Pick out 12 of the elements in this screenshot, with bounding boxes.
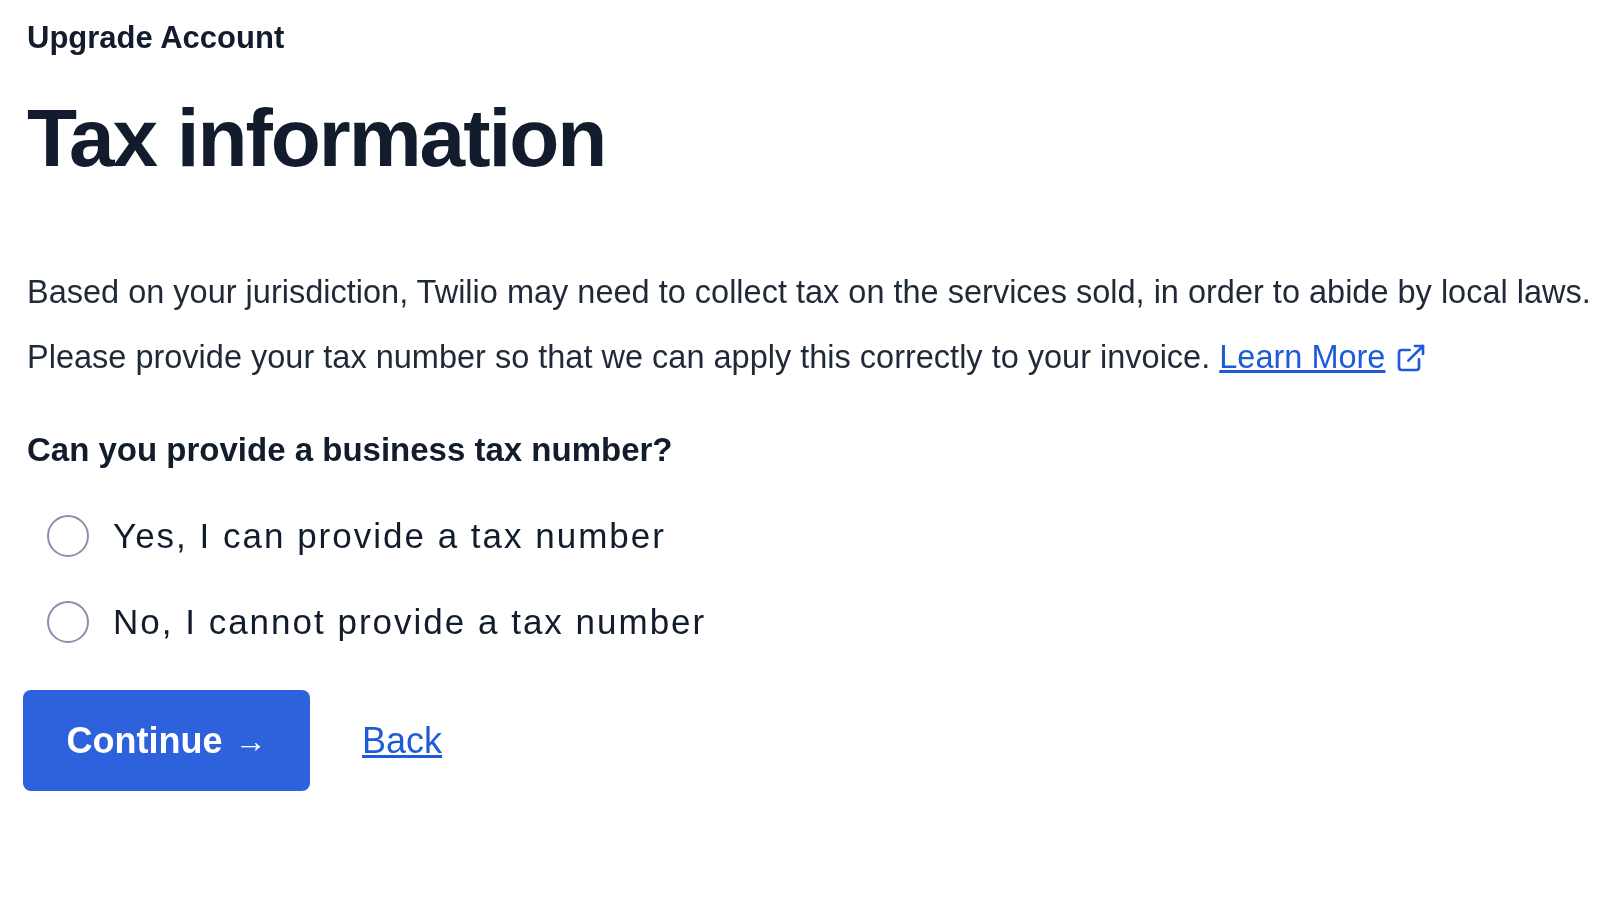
radio-button[interactable]: [47, 601, 89, 643]
question-label: Can you provide a business tax number?: [27, 430, 674, 470]
back-link[interactable]: Back: [362, 713, 443, 768]
option-label: No, I cannot provide a tax number: [113, 601, 707, 643]
description-text: Based on your jurisdiction, Twilio may need to collect tax on the services sold, in order to abide by local laws. Please provide your tax number so that we can apply this correctly to your invoice. Learn More: [27, 260, 1600, 390]
page-subtitle: Upgrade Account: [27, 19, 286, 57]
continue-button[interactable]: Continue →: [23, 690, 310, 791]
radio-button[interactable]: [47, 515, 89, 557]
page-title: Tax information: [27, 91, 607, 185]
arrow-icon: →: [234, 716, 267, 765]
learn-more-link[interactable]: Learn More: [1219, 325, 1428, 390]
option-label: Yes, I can provide a tax number: [113, 515, 666, 557]
